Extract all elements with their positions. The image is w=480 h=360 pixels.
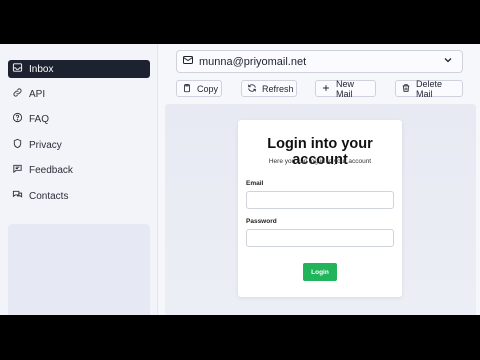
sidebar-item-privacy[interactable]: Privacy: [8, 136, 150, 154]
sidebar-item-label: FAQ: [29, 113, 50, 125]
chat-icon: [12, 189, 23, 203]
link-icon: [12, 87, 23, 101]
email-address-value: munna@priyomail.net: [199, 55, 307, 68]
sidebar-item-label: Feedback: [29, 164, 73, 176]
sidebar-item-label: API: [29, 88, 46, 100]
shield-icon: [12, 138, 23, 152]
delete-mail-button[interactable]: Delete Mail: [395, 78, 463, 99]
login-card: Login into your account Here you can log…: [238, 120, 402, 297]
help-circle-icon: [12, 112, 23, 126]
clipboard-icon: [182, 83, 192, 95]
email-label: Email: [246, 180, 264, 187]
message-icon: [12, 163, 23, 177]
new-mail-label: New Mail: [336, 78, 355, 99]
email-address-select[interactable]: munna@priyomail.net: [176, 50, 463, 73]
login-subtitle: Here you can log in to your account: [268, 158, 372, 165]
sidebar-panel: [8, 224, 150, 315]
mail-icon: [182, 53, 194, 71]
plus-icon: [321, 83, 331, 95]
password-field[interactable]: [246, 229, 394, 247]
login-button[interactable]: Login: [303, 263, 337, 281]
trash-icon: [401, 83, 411, 95]
sidebar-item-label: Inbox: [29, 63, 54, 75]
chevron-down-icon: [442, 53, 454, 71]
sidebar-item-inbox[interactable]: Inbox: [8, 60, 150, 78]
refresh-button[interactable]: Refresh: [241, 80, 297, 97]
sidebar-item-api[interactable]: API: [8, 85, 150, 103]
new-mail-button[interactable]: New Mail: [315, 78, 376, 99]
sidebar-item-faq[interactable]: FAQ: [8, 110, 150, 128]
screen: Inbox API FAQ Privacy Feedback Contacts …: [0, 0, 480, 360]
refresh-icon: [247, 83, 257, 95]
copy-label: Copy: [197, 83, 219, 94]
mail-viewer: Login into your account Here you can log…: [165, 104, 476, 315]
inbox-icon: [12, 62, 23, 76]
sidebar-item-feedback[interactable]: Feedback: [8, 161, 150, 179]
app-window: Inbox API FAQ Privacy Feedback Contacts …: [0, 44, 480, 315]
email-field[interactable]: [246, 191, 394, 209]
sidebar-item-contacts[interactable]: Contacts: [8, 187, 150, 205]
refresh-label: Refresh: [262, 83, 294, 94]
sidebar-item-label: Contacts: [29, 190, 69, 202]
sidebar-item-label: Privacy: [29, 139, 62, 151]
delete-mail-label: Delete Mail: [416, 78, 443, 99]
password-label: Password: [246, 218, 277, 225]
copy-button[interactable]: Copy: [176, 80, 222, 97]
sidebar: Inbox API FAQ Privacy Feedback Contacts: [0, 44, 158, 315]
